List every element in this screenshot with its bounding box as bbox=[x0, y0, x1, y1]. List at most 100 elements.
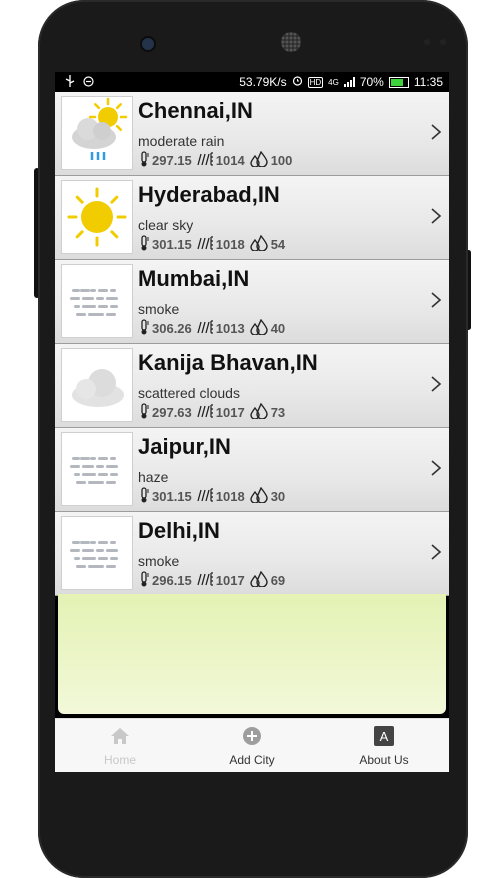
humidity-drops-icon bbox=[249, 234, 269, 254]
weather-metrics: 301.15 1018 54 bbox=[138, 234, 289, 254]
chevron-right-icon[interactable] bbox=[429, 374, 443, 394]
temperature-value: 301.15 bbox=[152, 237, 192, 252]
weather-metrics: 296.15 1017 69 bbox=[138, 570, 289, 590]
city-name: Chennai,IN bbox=[138, 98, 253, 123]
net-speed: 53.79K/s bbox=[239, 75, 287, 89]
temperature-value: 296.15 bbox=[152, 573, 192, 588]
tab-add-city[interactable]: Add City bbox=[197, 725, 307, 767]
network-type: 4G bbox=[328, 77, 339, 87]
city-name: Kanija Bhavan,IN bbox=[138, 350, 318, 375]
weather-description: scattered clouds bbox=[138, 385, 240, 401]
battery-icon bbox=[388, 76, 409, 88]
city-row[interactable]: Jaipur,IN haze 301.15 1018 30 bbox=[55, 428, 449, 512]
pressure-icon bbox=[196, 151, 214, 170]
haze-icon bbox=[61, 432, 133, 506]
bottom-tab-bar: Home Add City A About Us bbox=[55, 718, 449, 772]
humidity-value: 69 bbox=[270, 573, 286, 588]
city-list: Chennai,IN moderate rain 297.15 1014 100… bbox=[55, 92, 449, 596]
chevron-right-icon[interactable] bbox=[429, 458, 443, 478]
tab-home[interactable]: Home bbox=[65, 725, 175, 767]
pressure-value: 1013 bbox=[215, 321, 245, 336]
weather-metrics: 297.15 1014 100 bbox=[138, 150, 296, 170]
tab-home-label: Home bbox=[103, 753, 136, 767]
thermometer-icon bbox=[138, 571, 150, 590]
city-name: Mumbai,IN bbox=[138, 266, 250, 291]
weather-metrics: 306.26 1013 40 bbox=[138, 318, 289, 338]
clock-time: 11:35 bbox=[413, 75, 443, 89]
city-name: Delhi,IN bbox=[138, 518, 220, 543]
empty-content-area bbox=[58, 594, 446, 714]
app-screen: 53.79K/s HD 4G 70% 11:35 Chennai,IN mode… bbox=[55, 72, 449, 772]
earpiece-speaker bbox=[281, 32, 301, 52]
temperature-value: 297.63 bbox=[152, 405, 192, 420]
weather-metrics: 297.63 1017 73 bbox=[138, 402, 289, 422]
weather-description: clear sky bbox=[138, 217, 194, 233]
pressure-icon bbox=[196, 235, 214, 254]
temperature-value: 301.15 bbox=[152, 489, 192, 504]
pressure-value: 1017 bbox=[215, 405, 245, 420]
humidity-value: 100 bbox=[270, 153, 293, 168]
about-a-icon: A bbox=[329, 725, 439, 747]
weather-description: moderate rain bbox=[138, 133, 225, 149]
weather-metrics: 301.15 1018 30 bbox=[138, 486, 289, 506]
haze-icon bbox=[61, 516, 133, 590]
thermometer-icon bbox=[138, 151, 150, 170]
humidity-drops-icon bbox=[249, 570, 269, 590]
pressure-value: 1018 bbox=[215, 489, 245, 504]
pressure-icon bbox=[196, 319, 214, 338]
humidity-drops-icon bbox=[249, 150, 269, 170]
pressure-icon bbox=[196, 487, 214, 506]
humidity-drops-icon bbox=[249, 318, 269, 338]
chevron-right-icon[interactable] bbox=[429, 542, 443, 562]
rain-cloud-icon bbox=[61, 96, 133, 170]
humidity-drops-icon bbox=[249, 402, 269, 422]
thermometer-icon bbox=[138, 319, 150, 338]
signal-icon bbox=[343, 77, 355, 87]
tab-add-city-label: Add City bbox=[229, 753, 275, 767]
humidity-value: 30 bbox=[270, 489, 286, 504]
sun-icon bbox=[61, 180, 133, 254]
tab-about-us[interactable]: A About Us bbox=[329, 725, 439, 767]
pressure-icon bbox=[196, 403, 214, 422]
front-camera bbox=[140, 36, 156, 52]
thermometer-icon bbox=[138, 403, 150, 422]
usb-icon bbox=[65, 75, 75, 90]
chevron-right-icon[interactable] bbox=[429, 122, 443, 142]
add-circle-icon bbox=[197, 725, 307, 747]
cloud-icon bbox=[61, 348, 133, 422]
alarm-icon bbox=[292, 75, 303, 89]
humidity-value: 73 bbox=[270, 405, 286, 420]
sync-icon bbox=[83, 75, 94, 90]
city-name: Jaipur,IN bbox=[138, 434, 231, 459]
humidity-drops-icon bbox=[249, 486, 269, 506]
humidity-value: 40 bbox=[270, 321, 286, 336]
city-row[interactable]: Chennai,IN moderate rain 297.15 1014 100 bbox=[55, 92, 449, 176]
humidity-value: 54 bbox=[270, 237, 286, 252]
svg-text:A: A bbox=[380, 729, 389, 744]
proximity-sensor bbox=[424, 39, 430, 45]
city-row[interactable]: Delhi,IN smoke 296.15 1017 69 bbox=[55, 512, 449, 596]
pressure-value: 1018 bbox=[215, 237, 245, 252]
weather-description: smoke bbox=[138, 553, 180, 569]
pressure-value: 1017 bbox=[215, 573, 245, 588]
pressure-icon bbox=[196, 571, 214, 590]
battery-percent: 70% bbox=[359, 75, 384, 89]
pressure-value: 1014 bbox=[215, 153, 245, 168]
city-name: Hyderabad,IN bbox=[138, 182, 280, 207]
weather-description: smoke bbox=[138, 301, 180, 317]
hd-icon: HD bbox=[307, 76, 324, 88]
tab-about-us-label: About Us bbox=[359, 753, 409, 767]
chevron-right-icon[interactable] bbox=[429, 290, 443, 310]
haze-icon bbox=[61, 264, 133, 338]
temperature-value: 306.26 bbox=[152, 321, 192, 336]
city-row[interactable]: Kanija Bhavan,IN scattered clouds 297.63… bbox=[55, 344, 449, 428]
thermometer-icon bbox=[138, 487, 150, 506]
temperature-value: 297.15 bbox=[152, 153, 192, 168]
thermometer-icon bbox=[138, 235, 150, 254]
home-icon bbox=[65, 725, 175, 747]
status-bar: 53.79K/s HD 4G 70% 11:35 bbox=[55, 72, 449, 92]
chevron-right-icon[interactable] bbox=[429, 206, 443, 226]
weather-description: haze bbox=[138, 469, 169, 485]
city-row[interactable]: Hyderabad,IN clear sky 301.15 1018 54 bbox=[55, 176, 449, 260]
city-row[interactable]: Mumbai,IN smoke 306.26 1013 40 bbox=[55, 260, 449, 344]
